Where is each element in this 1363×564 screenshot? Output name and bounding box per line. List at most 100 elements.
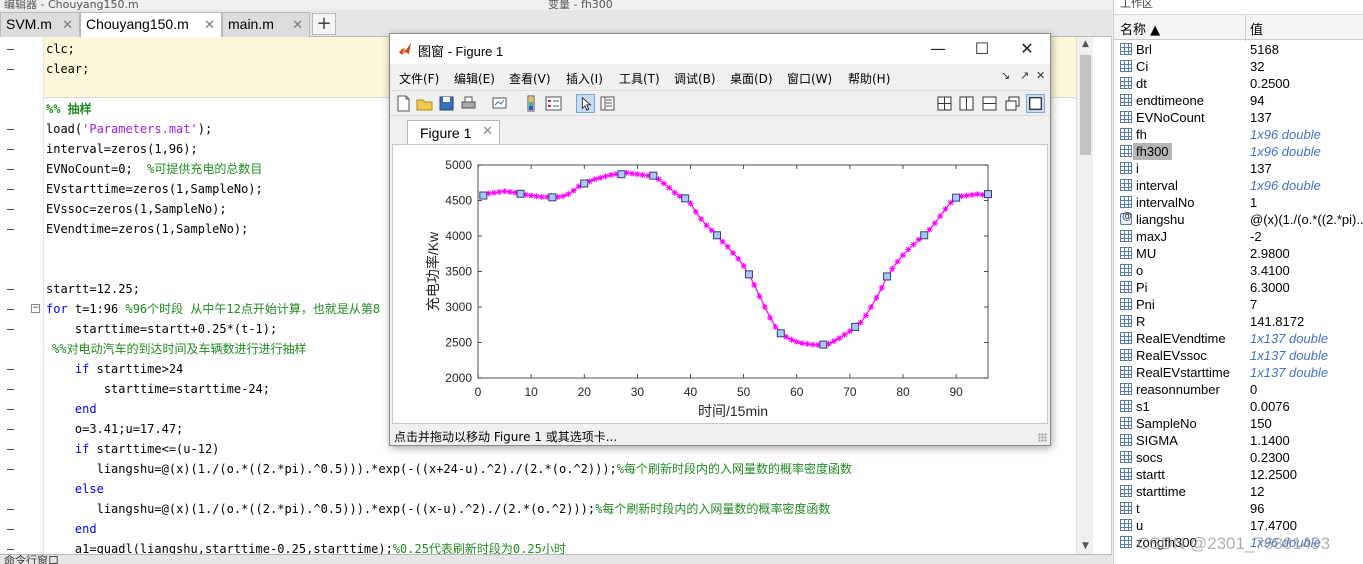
breakpoint-marker[interactable]: –: [7, 519, 14, 539]
workspace-row-liangshu[interactable]: liangshu @(x)(1./(o.*((2.*pi)...: [1114, 211, 1363, 228]
column-name-header[interactable]: 名称 ▲: [1120, 19, 1160, 38]
workspace-row-R[interactable]: R 141.8172: [1114, 313, 1363, 330]
breakpoint-marker[interactable]: –: [7, 219, 14, 239]
workspace-row-intervalNo[interactable]: intervalNo 1: [1114, 194, 1363, 211]
close-button[interactable]: ✕: [1007, 37, 1047, 61]
breakpoint-marker[interactable]: –: [7, 159, 14, 179]
tab-main[interactable]: main.m ✕: [222, 12, 310, 37]
fold-toggle-icon[interactable]: −: [31, 304, 40, 313]
column-divider[interactable]: [1245, 15, 1246, 41]
scroll-down-icon[interactable]: ▼: [1077, 539, 1094, 554]
figure-menu-item[interactable]: 窗口(W): [787, 70, 832, 87]
breakpoint-marker[interactable]: –: [7, 139, 14, 159]
close-icon[interactable]: ✕: [292, 13, 303, 36]
figure-window[interactable]: 图窗 - Figure 1 — ☐ ✕ ↘ ↗ ✕ 文件(F) 编辑(E) 查看(V…: [389, 33, 1051, 446]
workspace-row-dt[interactable]: dt 0.2500: [1114, 75, 1363, 92]
figure-canvas[interactable]: 0 10 20 30 40 50 60 70 80 90 2000 2500 3000 3500 4000 4…: [392, 144, 1048, 424]
minimize-button[interactable]: —: [918, 37, 958, 61]
pointer-icon[interactable]: [576, 94, 595, 113]
workspace-row-RealEVendtime[interactable]: RealEVendtime 1x137 double: [1114, 330, 1363, 347]
workspace-row-Ci[interactable]: Ci 32: [1114, 58, 1363, 75]
workspace-row-o[interactable]: o 3.4100: [1114, 262, 1363, 279]
close-icon[interactable]: ✕: [482, 124, 493, 139]
workspace-row-interval[interactable]: interval 1x96 double: [1114, 177, 1363, 194]
float-window-icon[interactable]: [1003, 94, 1022, 113]
maximize-button[interactable]: ☐: [962, 37, 1002, 61]
line-chart[interactable]: 0 10 20 30 40 50 60 70 80 90 2000 2500 3000 3500 4000 4…: [393, 145, 1047, 423]
column-value-header[interactable]: 值: [1250, 19, 1263, 38]
workspace-row-RealEVssoc[interactable]: RealEVssoc 1x137 double: [1114, 347, 1363, 364]
workspace-row-Pni[interactable]: Pni 7: [1114, 296, 1363, 313]
code-line[interactable]: – liangshu=@(x)(1./(o.*((2.*pi).^0.5))).*…: [0, 459, 1076, 479]
close-icon[interactable]: ✕: [204, 13, 215, 36]
code-line[interactable]: else: [0, 479, 1076, 499]
figure-titlebar[interactable]: 图窗 - Figure 1 — ☐ ✕: [390, 34, 1050, 64]
breakpoint-marker[interactable]: –: [7, 459, 14, 479]
figure-menu-item[interactable]: 查看(V): [509, 70, 551, 87]
workspace-row-i[interactable]: i 137: [1114, 160, 1363, 177]
save-icon[interactable]: [437, 94, 456, 113]
breakpoint-marker[interactable]: –: [7, 439, 14, 459]
legend-icon[interactable]: [544, 94, 563, 113]
breakpoint-marker[interactable]: –: [7, 319, 14, 339]
breakpoint-marker[interactable]: –: [7, 359, 14, 379]
workspace-row-s1[interactable]: s1 0.0076: [1114, 398, 1363, 415]
tab-chouyang150[interactable]: Chouyang150.m ✕: [80, 12, 222, 38]
workspace-row-socs[interactable]: socs 0.2300: [1114, 449, 1363, 466]
workspace-row-maxJ[interactable]: maxJ -2: [1114, 228, 1363, 245]
breakpoint-marker[interactable]: –: [7, 59, 14, 79]
tile-columns-icon[interactable]: [957, 94, 976, 113]
add-tab-button[interactable]: +: [312, 13, 336, 35]
workspace-row-Pi[interactable]: Pi 6.3000: [1114, 279, 1363, 296]
breakpoint-marker[interactable]: –: [7, 399, 14, 419]
breakpoint-marker[interactable]: –: [7, 199, 14, 219]
workspace-row-endtimeone[interactable]: endtimeone 94: [1114, 92, 1363, 109]
breakpoint-marker[interactable]: –: [7, 499, 14, 519]
figure-menu-item[interactable]: 帮助(H): [848, 70, 890, 87]
breakpoint-marker[interactable]: –: [7, 119, 14, 139]
workspace-row-SIGMA[interactable]: SIGMA 1.1400: [1114, 432, 1363, 449]
workspace-row-t[interactable]: t 96: [1114, 500, 1363, 517]
maximize-document-icon[interactable]: [1026, 94, 1045, 113]
workspace-row-fh300[interactable]: fh300 1x96 double: [1114, 143, 1363, 160]
undock-icon[interactable]: ↘: [1001, 69, 1010, 82]
resize-grip-icon[interactable]: [1038, 433, 1047, 442]
colorbar-icon[interactable]: [522, 94, 541, 113]
tile-grid-icon[interactable]: [935, 94, 954, 113]
figure-menu-item[interactable]: 桌面(D): [730, 70, 773, 87]
workspace-row-startt[interactable]: startt 12.2500: [1114, 466, 1363, 483]
figure-menu-item[interactable]: 工具(T): [619, 70, 660, 87]
breakpoint-marker[interactable]: –: [7, 299, 14, 319]
figure-tab[interactable]: Figure 1 ✕: [407, 120, 500, 144]
dock-icon[interactable]: ↗: [1020, 69, 1029, 82]
property-inspector-icon[interactable]: [598, 94, 617, 113]
editor-scrollbar[interactable]: ▲ ▼: [1076, 37, 1093, 554]
workspace-row-reasonnumber[interactable]: reasonnumber 0: [1114, 381, 1363, 398]
breakpoint-marker[interactable]: –: [7, 419, 14, 439]
breakpoint-marker[interactable]: –: [7, 279, 14, 299]
open-folder-icon[interactable]: [415, 94, 434, 113]
code-line[interactable]: – liangshu=@(x)(1./(o.*((2.*pi).^0.5))).*…: [0, 499, 1076, 519]
link-plot-icon[interactable]: [490, 94, 509, 113]
print-icon[interactable]: [459, 94, 478, 113]
code-line[interactable]: – end: [0, 519, 1076, 539]
figure-menu-item[interactable]: 调试(B): [674, 70, 716, 87]
breakpoint-marker[interactable]: –: [7, 39, 14, 59]
code-line[interactable]: – a1=quadl(liangshu,starttime-0.25,startt…: [0, 539, 1076, 554]
figure-menu-item[interactable]: 插入(I): [566, 70, 603, 87]
workspace-row-Brl[interactable]: Brl 5168: [1114, 41, 1363, 58]
workspace-row-RealEVstarttime[interactable]: RealEVstarttime 1x137 double: [1114, 364, 1363, 381]
breakpoint-marker[interactable]: –: [7, 539, 14, 554]
figure-menu-item[interactable]: 文件(F): [399, 70, 439, 87]
workspace-row-starttime[interactable]: starttime 12: [1114, 483, 1363, 500]
scroll-thumb[interactable]: [1080, 55, 1091, 155]
tab-svm[interactable]: SVM.m ✕: [0, 12, 80, 37]
figure-menu-item[interactable]: 编辑(E): [454, 70, 495, 87]
breakpoint-marker[interactable]: –: [7, 379, 14, 399]
workspace-row-u[interactable]: u 17.4700: [1114, 517, 1363, 534]
workspace-row-SampleNo[interactable]: SampleNo 150: [1114, 415, 1363, 432]
close-icon[interactable]: ✕: [1036, 69, 1045, 82]
workspace-row-EVNoCount[interactable]: EVNoCount 137: [1114, 109, 1363, 126]
scroll-up-icon[interactable]: ▲: [1077, 37, 1094, 52]
breakpoint-marker[interactable]: –: [7, 179, 14, 199]
